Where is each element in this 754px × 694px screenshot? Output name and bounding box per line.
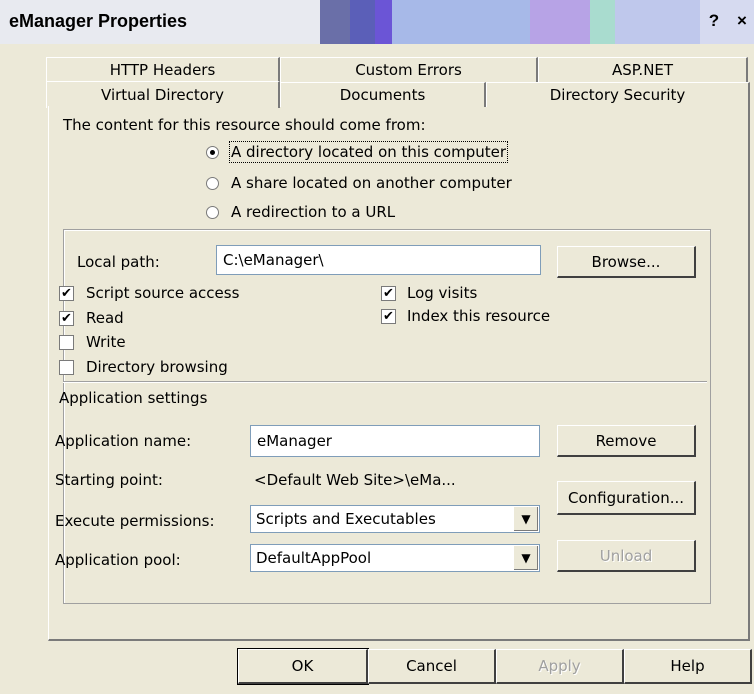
tab-http-headers[interactable]: HTTP Headers <box>46 57 280 82</box>
index-resource-checkbox[interactable]: ✔ <box>381 309 396 324</box>
divider <box>63 381 707 383</box>
log-visits-checkbox[interactable]: ✔ <box>381 286 396 301</box>
remove-button[interactable]: Remove <box>557 425 696 457</box>
tab-custom-errors[interactable]: Custom Errors <box>280 57 538 82</box>
properties-dialog: eManager Properties ? × HTTP Headers Cus… <box>0 0 754 694</box>
chevron-down-icon[interactable]: ▼ <box>513 507 538 531</box>
browse-button[interactable]: Browse... <box>557 246 696 278</box>
app-pool-select[interactable]: DefaultAppPool ▼ <box>250 544 540 572</box>
chevron-down-icon[interactable]: ▼ <box>513 546 538 570</box>
help-button[interactable]: Help <box>624 649 752 684</box>
app-settings-heading: Application settings <box>59 389 208 407</box>
log-visits-label[interactable]: Log visits <box>407 284 477 302</box>
read-label[interactable]: Read <box>86 309 124 327</box>
tab-asp-net[interactable]: ASP.NET <box>538 57 748 82</box>
radio-redirection-label[interactable]: A redirection to a URL <box>231 203 395 221</box>
app-pool-value: DefaultAppPool <box>256 549 372 567</box>
cancel-button[interactable]: Cancel <box>368 649 496 684</box>
ok-button[interactable]: OK <box>237 648 369 685</box>
local-path-input[interactable]: C:\eManager\ <box>216 245 541 275</box>
starting-point-value: <Default Web Site>\eMa... <box>254 471 456 489</box>
window-title: eManager Properties <box>9 11 188 31</box>
content-source-heading: The content for this resource should com… <box>63 116 426 134</box>
apply-button[interactable]: Apply <box>496 649 624 684</box>
index-resource-label[interactable]: Index this resource <box>407 307 550 325</box>
directory-browsing-label[interactable]: Directory browsing <box>86 358 228 376</box>
tab-virtual-directory[interactable]: Virtual Directory <box>46 81 280 108</box>
app-pool-label: Application pool: <box>55 551 181 569</box>
title-bar[interactable]: eManager Properties ? × <box>0 0 754 44</box>
unload-button[interactable]: Unload <box>557 540 696 572</box>
starting-point-label: Starting point: <box>55 471 163 489</box>
write-checkbox[interactable] <box>59 335 74 350</box>
radio-local-directory-label[interactable]: A directory located on this computer <box>228 141 509 163</box>
radio-local-directory[interactable] <box>206 146 219 159</box>
configuration-button[interactable]: Configuration... <box>557 481 696 515</box>
close-icon[interactable]: × <box>730 10 754 32</box>
read-checkbox[interactable]: ✔ <box>59 311 74 326</box>
app-name-input[interactable]: eManager <box>250 425 540 457</box>
tab-documents[interactable]: Documents <box>280 82 486 107</box>
radio-share-label[interactable]: A share located on another computer <box>231 174 512 192</box>
app-name-label: Application name: <box>55 432 192 450</box>
execute-permissions-label: Execute permissions: <box>55 512 215 530</box>
radio-redirection[interactable] <box>206 206 219 219</box>
directory-browsing-checkbox[interactable] <box>59 360 74 375</box>
tab-directory-security[interactable]: Directory Security <box>486 82 750 107</box>
script-source-access-label[interactable]: Script source access <box>86 284 239 302</box>
help-icon[interactable]: ? <box>702 10 726 32</box>
script-source-access-checkbox[interactable]: ✔ <box>59 286 74 301</box>
execute-permissions-value: Scripts and Executables <box>256 510 436 528</box>
execute-permissions-select[interactable]: Scripts and Executables ▼ <box>250 505 540 533</box>
local-path-label: Local path: <box>77 253 160 271</box>
radio-share[interactable] <box>206 177 219 190</box>
radio-selected-dot <box>210 150 215 155</box>
write-label[interactable]: Write <box>86 333 126 351</box>
